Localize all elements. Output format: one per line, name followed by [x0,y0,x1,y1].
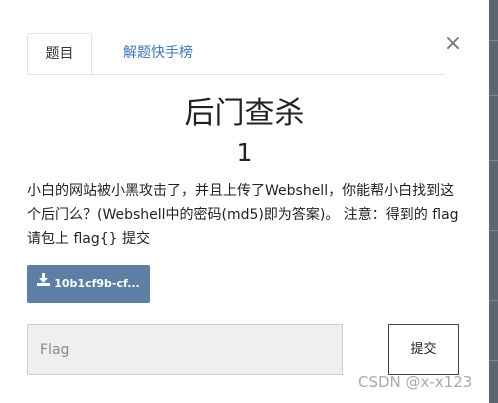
download-file-button[interactable]: 10b1cf9b-cf... [27,265,150,303]
tab-solves[interactable]: 解题快手榜 [108,33,208,73]
challenge-modal: 题目 解题快手榜 × 后门查杀 1 小白的网站被小黑攻击了，并且上传了Websh… [0,0,489,403]
challenge-title: 后门查杀 [184,96,305,131]
download-file-label: 10b1cf9b-cf... [54,277,140,290]
challenge-points: 1 [236,138,253,167]
modal-tabs: 题目 解题快手榜 [27,33,445,75]
submit-button[interactable]: 提交 [388,324,459,375]
tab-challenge[interactable]: 题目 [27,33,92,74]
watermark: CSDN @x-x123 [358,373,473,391]
challenge-description: 小白的网站被小黑攻击了，并且上传了Webshell，你能帮小白找到这个后门么？(… [27,183,459,247]
download-icon [37,264,51,302]
close-icon[interactable]: × [443,33,463,55]
background-page-strip [489,0,498,403]
flag-input[interactable] [27,324,343,375]
